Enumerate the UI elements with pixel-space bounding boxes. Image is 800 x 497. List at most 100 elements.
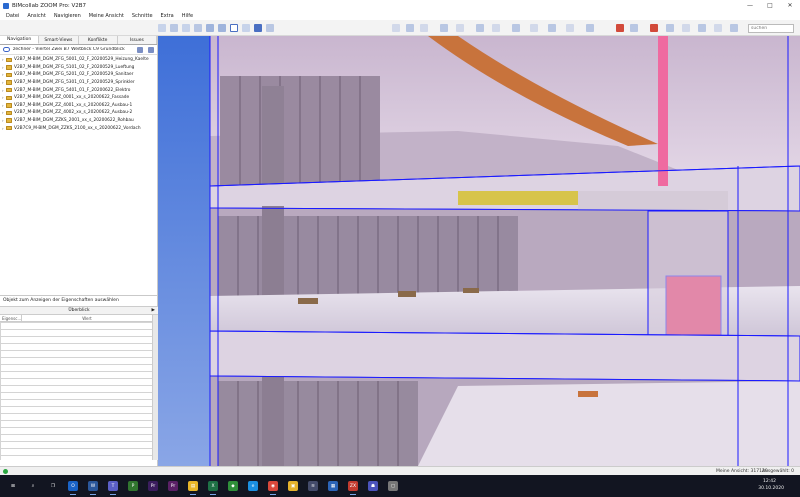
- settings-icon[interactable]: [682, 24, 690, 32]
- tree-item[interactable]: › V2B7_M-BIM_DGM_ZZKS_2001_xx_s_20200622_…: [0, 117, 157, 125]
- properties-icon[interactable]: [698, 24, 706, 32]
- tab-konflikte[interactable]: Konflikte: [79, 36, 118, 44]
- tree-item[interactable]: › V2B7_M-BIM_DGM_ZFG_5001_02_F_20200529_H…: [0, 56, 157, 64]
- color-icon[interactable]: [512, 24, 520, 32]
- tree-item-label: V2B7_M-BIM_DGM_ZFG_5401_01_F_20200622_El…: [14, 87, 131, 93]
- sync-icon[interactable]: [630, 24, 638, 32]
- properties-grid: [0, 322, 152, 460]
- clock-time[interactable]: 12:42: [763, 479, 776, 484]
- tree-item[interactable]: › V2B7_M-BIM_DGM_ZFG_5101_02_F_20200529_L…: [0, 64, 157, 72]
- tree-item[interactable]: › V2B7_M-BIM_DGM_ZFG_5201_02_F_20200529_S…: [0, 71, 157, 79]
- clock-date[interactable]: 30.10.2020: [758, 486, 784, 491]
- maximize-button[interactable]: □: [760, 0, 780, 11]
- minimize-button[interactable]: —: [740, 0, 760, 11]
- eye-icon[interactable]: [420, 24, 428, 32]
- issue-icon[interactable]: [492, 24, 500, 32]
- markup-icon[interactable]: [548, 24, 556, 32]
- pan-icon[interactable]: [206, 24, 214, 32]
- section-box-icon[interactable]: [242, 24, 250, 32]
- app-green-icon[interactable]: ◆: [228, 481, 238, 491]
- tree-item[interactable]: › V2B7C9_M-BIM_DGM_ZZKS_2100_xx_s_2020062…: [0, 124, 157, 132]
- menu-navigieren[interactable]: Navigieren: [54, 13, 81, 19]
- folder-icon: [6, 118, 12, 123]
- folder-icon: [6, 65, 12, 70]
- filter-icon[interactable]: [530, 24, 538, 32]
- close-button[interactable]: ✕: [780, 0, 800, 11]
- outlook-icon[interactable]: O: [68, 481, 78, 495]
- menu-hilfe[interactable]: Hilfe: [182, 13, 193, 19]
- tab-smart-views[interactable]: Smart-Views: [39, 36, 79, 44]
- premiere-rush-icon[interactable]: Pr: [168, 481, 178, 491]
- bcf-export-icon[interactable]: [616, 24, 624, 32]
- app-gray-icon[interactable]: ▢: [388, 481, 398, 491]
- report-icon[interactable]: [586, 24, 594, 32]
- measure-icon[interactable]: [266, 24, 274, 32]
- chrome-icon[interactable]: ◉: [268, 481, 278, 495]
- view-count: Meine Ansicht: 317129: [716, 468, 768, 474]
- project-icon[interactable]: P: [128, 481, 138, 491]
- bench: [298, 298, 318, 304]
- task-view-icon[interactable]: ❐: [48, 481, 58, 491]
- tree-filter-icon[interactable]: [148, 47, 154, 53]
- overview-header[interactable]: Überblick ▶: [0, 306, 158, 315]
- bimcollab-zoom-icon[interactable]: ZX: [348, 481, 358, 495]
- menu-extra[interactable]: Extra: [161, 13, 174, 19]
- menu-datei[interactable]: Datei: [6, 13, 19, 19]
- bench: [463, 288, 479, 293]
- tree-item[interactable]: › V2B7_M-BIM_DGM_ZZ_4002_xx_s_20200622_Au…: [0, 109, 157, 117]
- tree-item[interactable]: › V2B7_M-BIM_DGM_ZZ_4001_xx_s_20200622_Au…: [0, 102, 157, 110]
- camera-icon[interactable]: [406, 24, 414, 32]
- pointer-icon[interactable]: [254, 24, 262, 32]
- search-icon[interactable]: ⌕: [28, 481, 38, 491]
- orbit-icon[interactable]: [182, 24, 190, 32]
- tab-navigation[interactable]: Navigation: [0, 36, 40, 44]
- screenshot-icon[interactable]: [566, 24, 574, 32]
- excel-icon[interactable]: X: [208, 481, 218, 495]
- tree-options-icon[interactable]: [137, 47, 143, 53]
- value-column-header[interactable]: Wert: [22, 315, 152, 321]
- tree-item[interactable]: › V2B7_M-BIM_DGM_ZZ_0001_xx_s_20200622_Fa…: [0, 94, 157, 102]
- search-input[interactable]: [748, 24, 794, 33]
- 3d-model-render[interactable]: [158, 36, 800, 466]
- notification-icon[interactable]: [650, 24, 658, 32]
- edge-icon[interactable]: e: [248, 481, 258, 491]
- fit-view-icon[interactable]: [170, 24, 178, 32]
- file-explorer-icon[interactable]: ▤: [188, 481, 198, 495]
- walk-icon[interactable]: [194, 24, 202, 32]
- transparency-icon[interactable]: [456, 24, 464, 32]
- tab-issues[interactable]: Issues: [118, 36, 157, 44]
- app-teams-icon[interactable]: ☗: [368, 481, 378, 491]
- tree-item[interactable]: › V2B7_M-BIM_DGM_ZFG_5301_01_F_20200529_S…: [0, 79, 157, 87]
- view-preset-icon[interactable]: [392, 24, 400, 32]
- zoom-icon[interactable]: [218, 24, 226, 32]
- service-zone: [578, 191, 728, 211]
- menu-ansicht[interactable]: Ansicht: [27, 13, 45, 19]
- 3d-viewport[interactable]: [158, 36, 800, 466]
- menu-schnitte[interactable]: Schnitte: [132, 13, 153, 19]
- menu-bar: Datei Ansicht Navigieren Meine Ansicht S…: [0, 11, 800, 20]
- select-mode-icon[interactable]: [230, 24, 238, 32]
- premiere-icon[interactable]: Pr: [148, 481, 158, 491]
- teams-icon[interactable]: T: [108, 481, 118, 495]
- tree-item-label: V2B7_M-BIM_DGM_ZFG_5201_02_F_20200529_Sa…: [14, 72, 134, 78]
- tree-item-label: V2B7_M-BIM_DGM_ZZ_0001_xx_s_20200622_Fas…: [14, 95, 130, 101]
- wifi-icon[interactable]: ≋: [308, 481, 318, 491]
- tree-item-label: V2B7_M-BIM_DGM_ZFG_5101_02_F_20200529_Lu…: [14, 64, 135, 70]
- project-header[interactable]: zechner - Viertel Zwei B7 Weitblick C9 G…: [0, 45, 157, 55]
- menu-meine-ansicht[interactable]: Meine Ansicht: [89, 13, 124, 19]
- expand-arrow-icon[interactable]: ▶: [152, 308, 155, 313]
- layers-icon[interactable]: [440, 24, 448, 32]
- tree-item[interactable]: › V2B7_M-BIM_DGM_ZFG_5401_01_F_20200622_E…: [0, 86, 157, 94]
- home-view-icon[interactable]: [158, 24, 166, 32]
- status-bar: Meine Ansicht: 317129 Ausgewählt: 0: [0, 466, 800, 475]
- app-blue-icon[interactable]: ▦: [328, 481, 338, 491]
- back-icon[interactable]: [714, 24, 722, 32]
- share-icon[interactable]: [666, 24, 674, 32]
- windows-start-icon[interactable]: ⊞: [8, 481, 18, 491]
- property-column-header[interactable]: Eigensc...: [0, 315, 22, 321]
- app-yellow-icon[interactable]: ▣: [288, 481, 298, 491]
- word-icon[interactable]: W: [88, 481, 98, 495]
- model-tree: › V2B7_M-BIM_DGM_ZFG_5001_02_F_20200529_H…: [0, 55, 157, 132]
- clash-icon[interactable]: [476, 24, 484, 32]
- forward-icon[interactable]: [730, 24, 738, 32]
